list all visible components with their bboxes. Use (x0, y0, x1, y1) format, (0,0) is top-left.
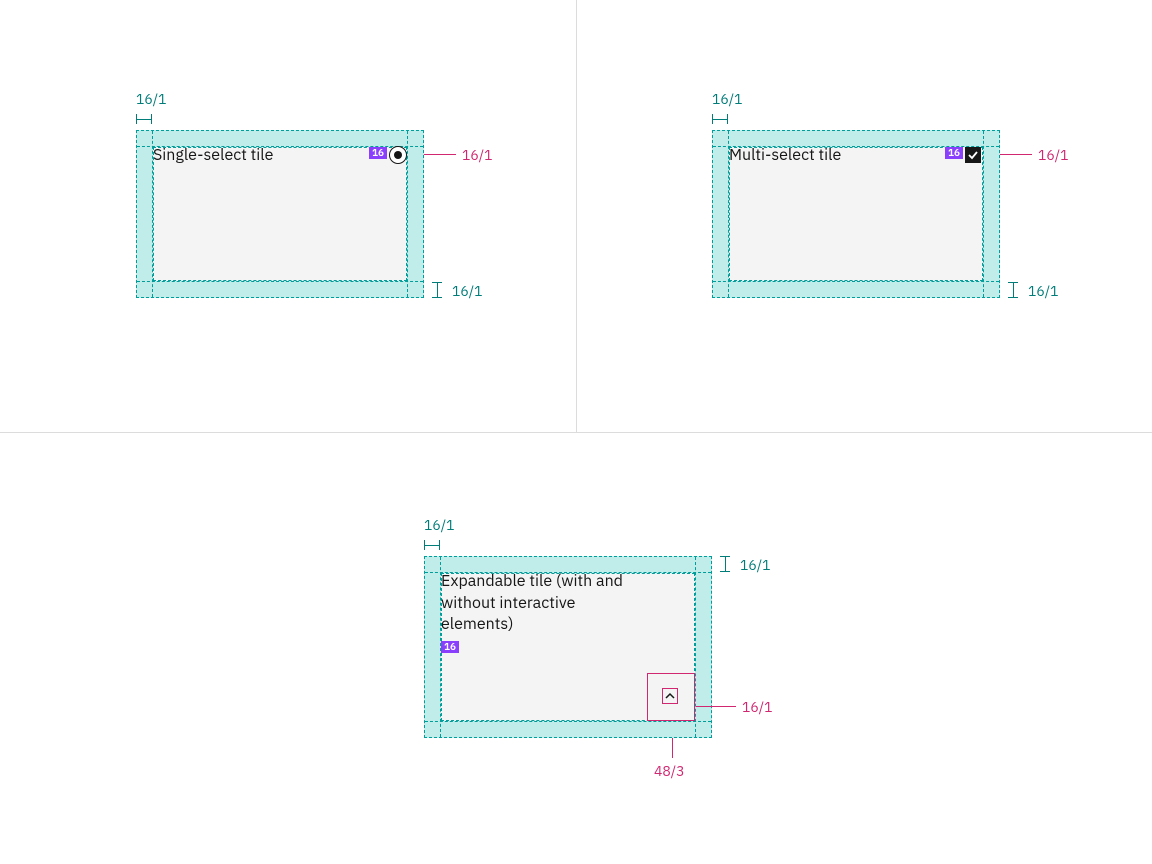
tile-multi-select: Multi-select tile 16 (712, 130, 1000, 298)
dim-padding-top-left: 16/1 (424, 516, 455, 534)
dim-padding-top: 16/1 (740, 556, 771, 574)
leader-chevron (696, 706, 736, 707)
spec-canvas: 16/1 Single-select tile 16 16/1 16/1 16/… (0, 0, 1152, 864)
chevron-up-icon (664, 690, 676, 702)
checkmark-icon (967, 149, 979, 161)
bracket-pad-left (136, 114, 152, 124)
checkbox-icon[interactable] (965, 147, 981, 163)
tile-title: Expandable tile (with and without intera… (441, 571, 641, 636)
bracket-pad-left (424, 540, 440, 550)
bracket-pad-left (712, 114, 728, 124)
size-badge-16: 16 (945, 147, 963, 159)
size-badge-16: 16 (441, 641, 459, 653)
tile-title: Single-select tile (153, 145, 273, 165)
expand-tap-target[interactable] (647, 673, 695, 721)
dim-padding-top-left: 16/1 (136, 90, 167, 108)
radio-dot (394, 151, 402, 159)
dim-padding-bottom: 16/1 (1028, 282, 1059, 300)
tile-title: Multi-select tile (729, 145, 841, 165)
expandable-spec: 16/1 Expandable tile (with and without i… (368, 516, 656, 698)
dim-checkbox-icon: 16/1 (1038, 146, 1069, 164)
dim-expand-tap: 48/3 (654, 762, 685, 780)
leader-checkbox (1000, 154, 1032, 155)
single-select-spec: 16/1 Single-select tile 16 16/1 16/1 (80, 90, 368, 258)
tile-single-select: Single-select tile 16 (136, 130, 424, 298)
panel-divider-vertical (576, 0, 577, 432)
size-badge-16: 16 (369, 147, 387, 159)
leader-radio (424, 154, 456, 155)
bracket-pad-top (720, 556, 730, 572)
bracket-pad-bottom (1008, 282, 1018, 298)
chevron-box (662, 688, 678, 704)
dim-chevron-icon: 16/1 (742, 698, 773, 716)
tile-expandable: Expandable tile (with and without intera… (424, 556, 712, 738)
bracket-pad-bottom (432, 282, 442, 298)
radio-icon[interactable] (389, 146, 407, 164)
dim-radio-icon: 16/1 (462, 146, 493, 164)
multi-select-spec: 16/1 Multi-select tile 16 16/1 16/1 (656, 90, 944, 258)
panel-divider-horizontal (0, 432, 1152, 433)
leader-tap-target-left (672, 738, 673, 758)
dim-padding-bottom: 16/1 (452, 282, 483, 300)
dim-padding-top-left: 16/1 (712, 90, 743, 108)
